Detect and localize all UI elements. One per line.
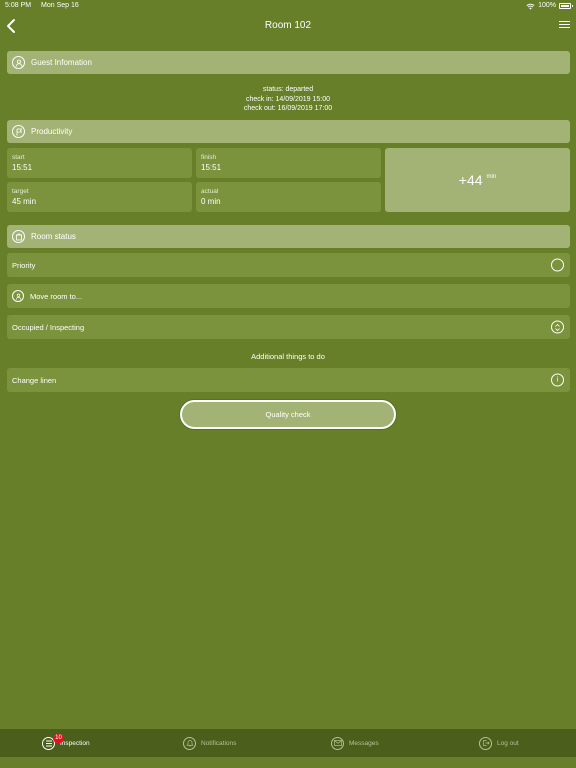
- target-label: target: [12, 188, 29, 195]
- start-value: 15:51: [12, 163, 33, 172]
- tab-logout[interactable]: Log out: [479, 729, 519, 757]
- occupancy-status-row[interactable]: Occupied / Inspecting: [7, 315, 570, 339]
- tab-notifications[interactable]: Notifications: [183, 729, 236, 757]
- guest-check-in: check in: 14/09/2019 15:00: [245, 95, 331, 103]
- occupancy-status-label: Occupied / Inspecting: [12, 322, 85, 332]
- hamburger-menu-icon[interactable]: [559, 21, 570, 30]
- tab-bar: Inspection 10 Notifications Messages Log…: [0, 729, 576, 757]
- finish-tile: finish 15:51: [196, 148, 381, 178]
- priority-row[interactable]: Priority: [7, 253, 570, 277]
- guest-info-header[interactable]: Guest Infomation: [7, 51, 570, 74]
- nav-bar: Room 102: [0, 12, 576, 40]
- logout-icon: [479, 736, 492, 750]
- envelope-icon: [331, 736, 344, 750]
- move-room-icon: [12, 290, 24, 302]
- additional-things-label: Additional things to do: [251, 352, 325, 361]
- guest-info-details: status: departed check in: 14/09/2019 15…: [0, 85, 576, 114]
- start-label: start: [12, 154, 25, 161]
- tab-inspection-label: Inspection: [60, 739, 90, 747]
- battery-percent: 100%: [538, 2, 556, 9]
- productivity-label: Productivity: [31, 127, 73, 136]
- status-time: 5:08 PM: [5, 2, 32, 9]
- guest-check-out: check out: 16/09/2019 17:00: [243, 105, 333, 112]
- task-label: Change linen: [12, 375, 57, 385]
- status-date: Mon Sep 16: [41, 2, 79, 9]
- inspection-count-badge: 10: [53, 734, 64, 743]
- time-delta-value: +44: [458, 172, 483, 188]
- tab-inspection[interactable]: Inspection 10: [42, 729, 90, 757]
- room-icon: [12, 230, 25, 243]
- finish-label: finish: [201, 154, 217, 161]
- status-bar: 5:08 PM Mon Sep 16 100%: [0, 0, 576, 12]
- actual-label: actual: [201, 188, 219, 195]
- room-status-header[interactable]: Room status: [7, 225, 570, 248]
- tab-messages-label: Messages: [349, 739, 379, 747]
- flag-icon: [12, 125, 25, 138]
- start-tile: start 15:51: [7, 148, 192, 178]
- info-icon[interactable]: i: [551, 373, 564, 387]
- finish-value: 15:51: [201, 163, 222, 172]
- target-value: 45 min: [12, 197, 37, 206]
- priority-toggle-icon[interactable]: [551, 258, 564, 272]
- room-status-label: Room status: [31, 232, 76, 241]
- tab-notifications-label: Notifications: [201, 739, 237, 747]
- page-title: Room 102: [264, 20, 312, 31]
- productivity-header[interactable]: Productivity: [7, 120, 570, 143]
- move-room-row[interactable]: Move room to...: [7, 284, 570, 308]
- task-row-change-linen[interactable]: Change linen i: [7, 368, 570, 392]
- home-indicator-area: [0, 757, 576, 768]
- tab-messages[interactable]: Messages: [331, 729, 379, 757]
- priority-label: Priority: [12, 260, 36, 270]
- target-tile: target 45 min: [7, 182, 192, 212]
- tab-logout-label: Log out: [497, 739, 519, 747]
- time-delta-unit: min: [486, 174, 497, 180]
- bell-icon: [183, 736, 196, 750]
- guest-info-label: Guest Infomation: [31, 58, 92, 67]
- quality-check-button[interactable]: Quality check: [180, 400, 396, 429]
- actual-value: 0 min: [201, 197, 221, 206]
- actual-tile: actual 0 min: [196, 182, 381, 212]
- guest-status: status: departed: [262, 86, 314, 93]
- move-room-label: Move room to...: [30, 291, 83, 301]
- person-icon: [12, 56, 25, 69]
- time-delta-tile: +44 min: [385, 148, 570, 212]
- wifi-icon: [526, 3, 535, 10]
- battery-icon: [559, 3, 573, 9]
- status-stepper-icon[interactable]: [551, 320, 564, 334]
